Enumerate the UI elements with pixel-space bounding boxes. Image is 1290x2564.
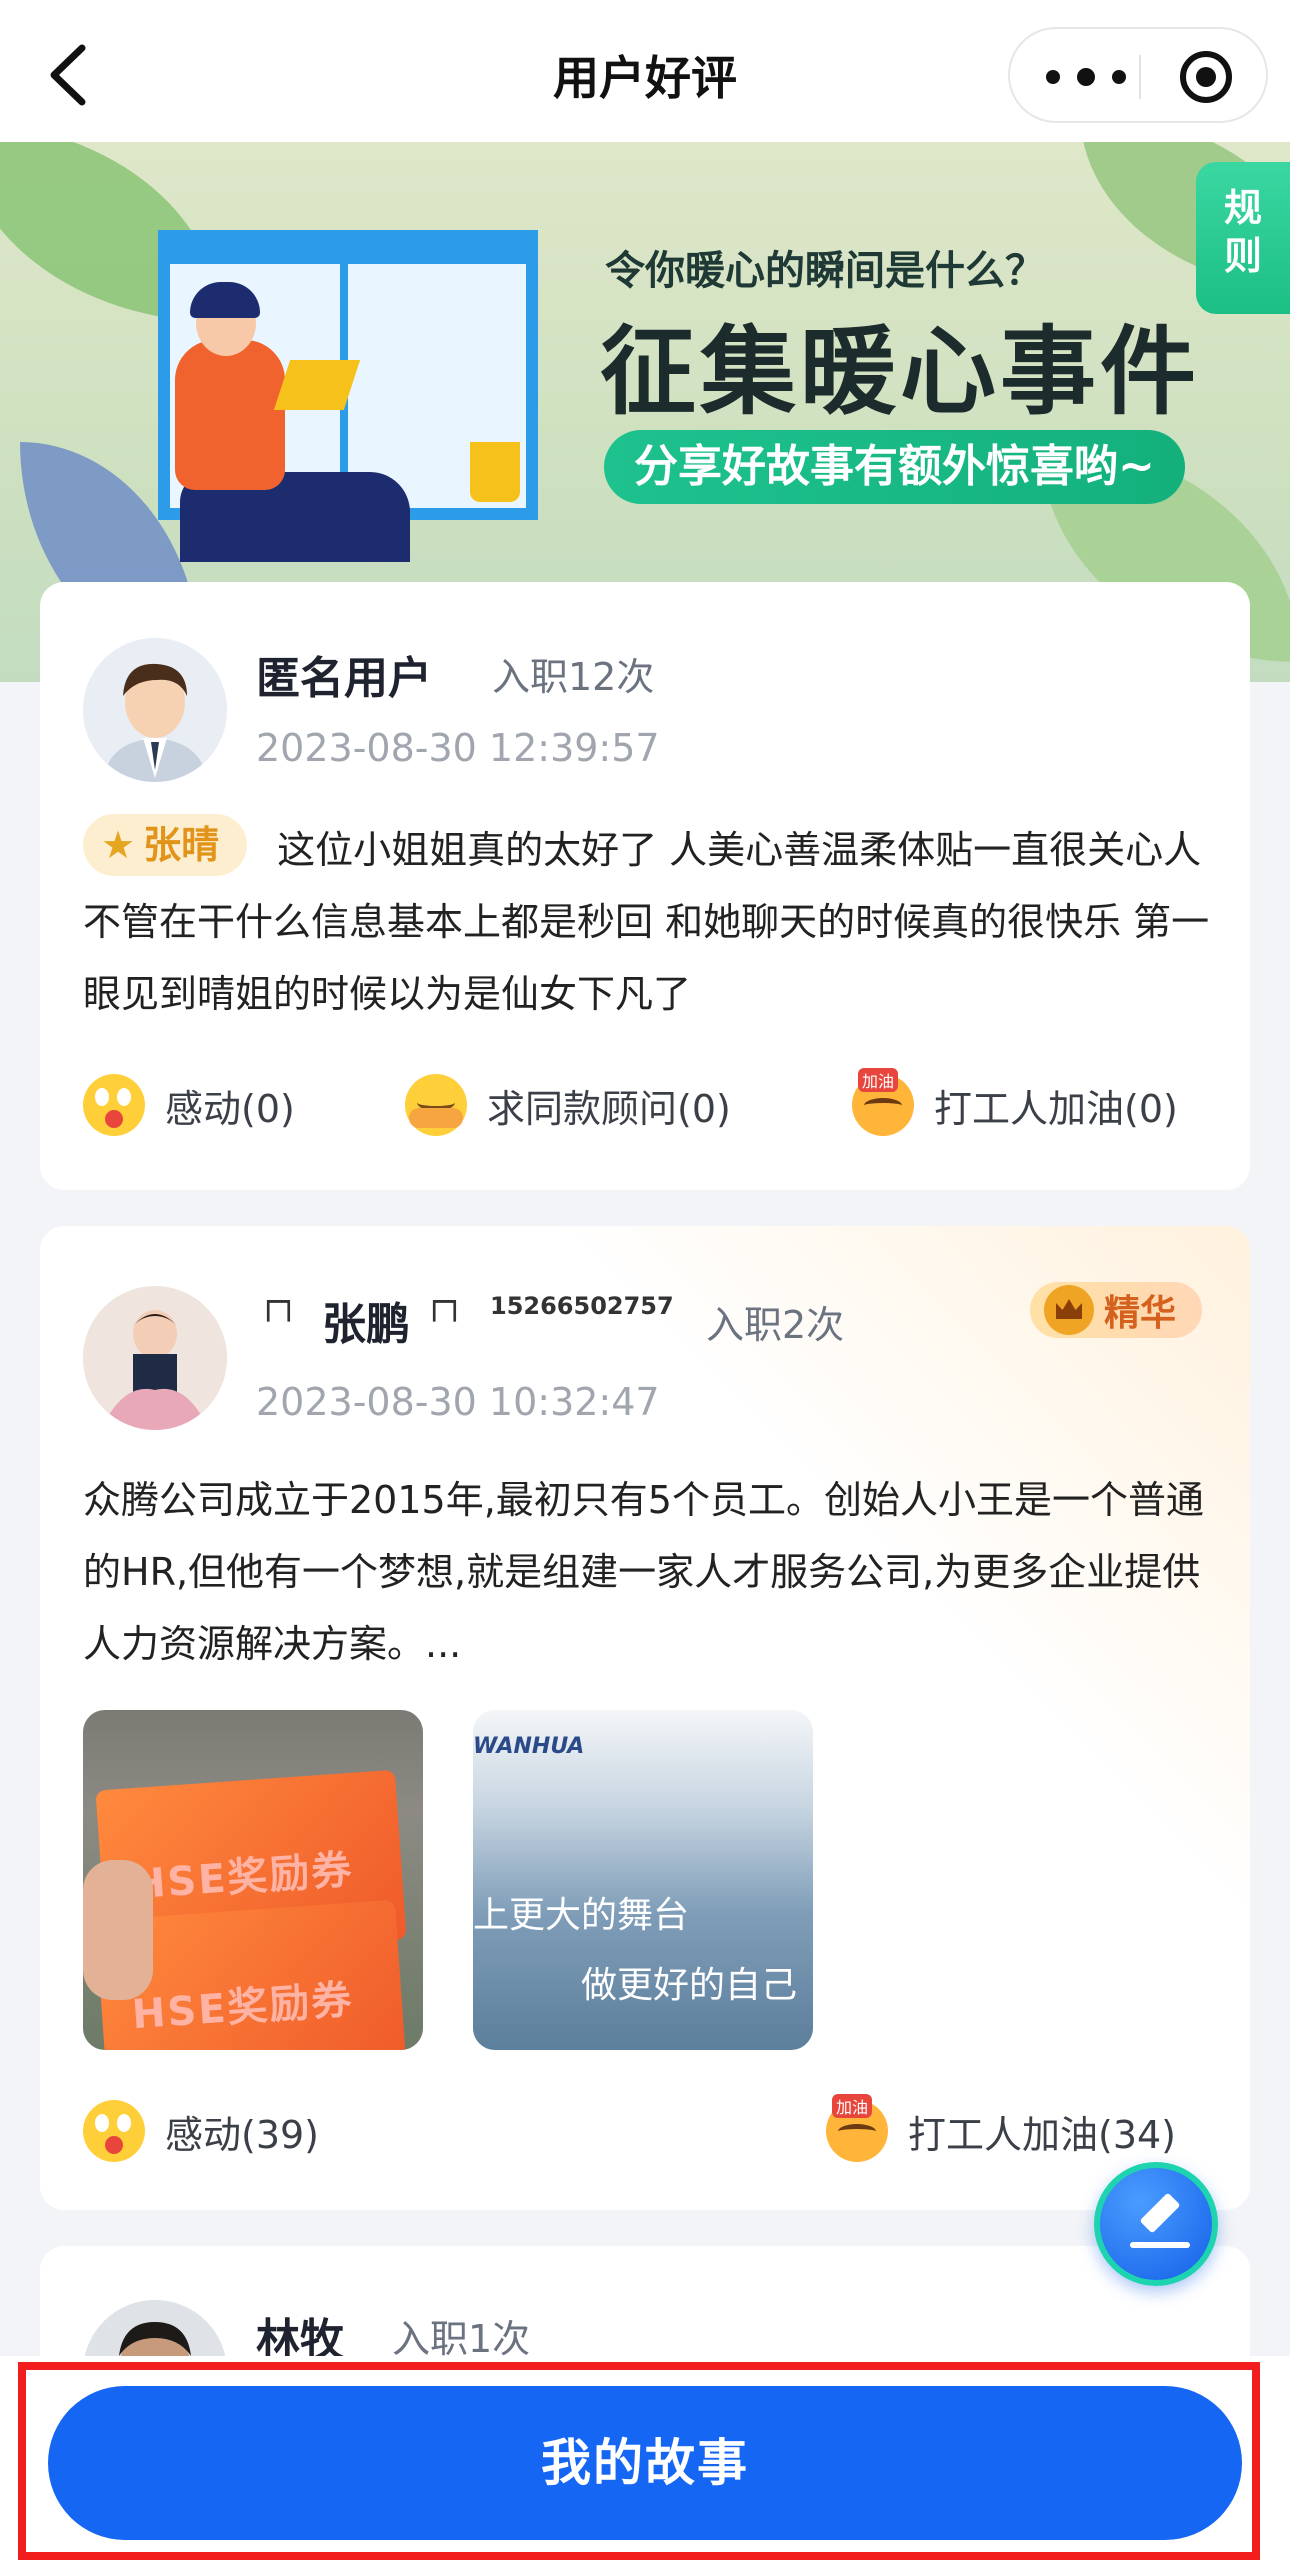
reaction-same-consultant-button[interactable]: 求同款顾问(0) bbox=[405, 1070, 731, 1140]
post-text[interactable]: ★ 张晴 这位小姐姐真的太好了 人美心善温柔体贴一直很关心人不管在干什么信息基本上都… bbox=[83, 814, 1213, 1030]
post-time: 2023-08-30 10:32:47 bbox=[256, 1380, 660, 1424]
thumb-image bbox=[83, 1860, 153, 2000]
post-time: 2023-08-30 12:39:57 bbox=[256, 726, 660, 770]
plant-pot-illustration bbox=[470, 442, 520, 502]
banner-subtitle: 令你暖心的瞬间是什么？ bbox=[605, 248, 1045, 294]
name-decoration: ┌┐ bbox=[424, 1282, 465, 1322]
post-text-content: 这位小姐姐真的太好了 人美心善温柔体贴一直很关心人不管在干什么信息基本上都是秒回… bbox=[83, 828, 1210, 1016]
reaction-moved-button[interactable]: 感动(39) bbox=[83, 2096, 319, 2166]
hugging-emoji-icon bbox=[405, 1074, 467, 1136]
mini-program-capsule bbox=[1008, 27, 1268, 123]
star-icon: ★ bbox=[101, 823, 136, 867]
user-phone: 15266502757 bbox=[490, 1292, 674, 1320]
my-story-button[interactable]: 我的故事 bbox=[48, 2386, 1242, 2540]
featured-badge: 精华 bbox=[1030, 1282, 1203, 1338]
user-job-count: 入职12次 bbox=[492, 655, 655, 699]
banner-title: 征集暖心事件 bbox=[600, 316, 1200, 428]
crown-icon bbox=[1044, 1285, 1094, 1335]
person-illustration bbox=[175, 340, 285, 490]
avatar[interactable] bbox=[83, 1286, 227, 1430]
banner-pill: 分享好故事有额外惊喜哟~ bbox=[604, 430, 1185, 504]
astonished-emoji-icon bbox=[83, 2100, 145, 2162]
post-text[interactable]: 众腾公司成立于2015年,最初只有5个员工。创始人小王是一个普通的HR,但他有一… bbox=[83, 1464, 1213, 1680]
reaction-cheer-button[interactable]: 打工人加油(34) bbox=[826, 2094, 1177, 2166]
reaction-label: 感动(0) bbox=[165, 1086, 295, 1131]
consultant-tag-label: 张晴 bbox=[143, 823, 220, 867]
astonished-emoji-icon bbox=[83, 1074, 145, 1136]
avatar[interactable] bbox=[83, 638, 227, 782]
user-job-count: 入职2次 bbox=[706, 1303, 845, 1347]
cheer-emoji-icon bbox=[852, 1068, 914, 1136]
user-name[interactable]: 张鹏 bbox=[322, 1288, 410, 1352]
reaction-label: 打工人加油(34) bbox=[908, 2112, 1177, 2157]
more-icon[interactable] bbox=[1046, 57, 1126, 97]
voucher-text: HSE奖励券 bbox=[130, 1976, 355, 2039]
user-name[interactable]: 匿名用户 bbox=[256, 642, 432, 706]
post-photo[interactable]: WANHUA 上更大的舞台 做更好的自己 bbox=[473, 1710, 813, 2050]
name-decoration: ┌┐ bbox=[258, 1282, 299, 1322]
review-card[interactable]: 匿名用户 入职12次 2023-08-30 12:39:57 ★ 张晴 这位小姐姐真… bbox=[40, 582, 1250, 1190]
post-photo[interactable]: HSE奖励券 HSE奖励券 bbox=[83, 1710, 423, 2050]
reaction-cheer-button[interactable]: 打工人加油(0) bbox=[852, 1068, 1178, 1140]
reaction-label: 打工人加油(0) bbox=[934, 1086, 1178, 1131]
reaction-moved-button[interactable]: 感动(0) bbox=[83, 1070, 295, 1140]
consultant-tag[interactable]: ★ 张晴 bbox=[83, 814, 248, 876]
rules-tab-label: 规 则 bbox=[1223, 186, 1262, 278]
default-avatar-icon bbox=[83, 638, 227, 782]
capsule-divider bbox=[1139, 55, 1141, 99]
voucher-text: HSE奖励券 bbox=[130, 1846, 355, 1909]
photo-brand-text: WANHUA bbox=[473, 1734, 585, 1759]
rules-tab[interactable]: 规 则 bbox=[1196, 162, 1290, 314]
reaction-label: 求同款顾问(0) bbox=[487, 1086, 731, 1131]
photo-caption: 做更好的自己 bbox=[581, 1965, 798, 2006]
child-photo-avatar bbox=[83, 1286, 227, 1430]
cheer-emoji-icon bbox=[826, 2094, 888, 2162]
close-target-icon[interactable] bbox=[1180, 51, 1232, 103]
reaction-label: 感动(39) bbox=[165, 2112, 320, 2157]
compose-fab-button[interactable] bbox=[1094, 2162, 1218, 2286]
featured-badge-label: 精华 bbox=[1104, 1293, 1177, 1334]
photo-caption: 上更大的舞台 bbox=[473, 1895, 690, 1936]
user-job-count: 入职1次 bbox=[392, 2317, 531, 2361]
nav-bar: 用户好评 bbox=[0, 0, 1290, 142]
review-card[interactable]: ┌┐ 张鹏 ┌┐ 15266502757 入职2次 精华 2023-08-30 … bbox=[40, 1226, 1250, 2210]
